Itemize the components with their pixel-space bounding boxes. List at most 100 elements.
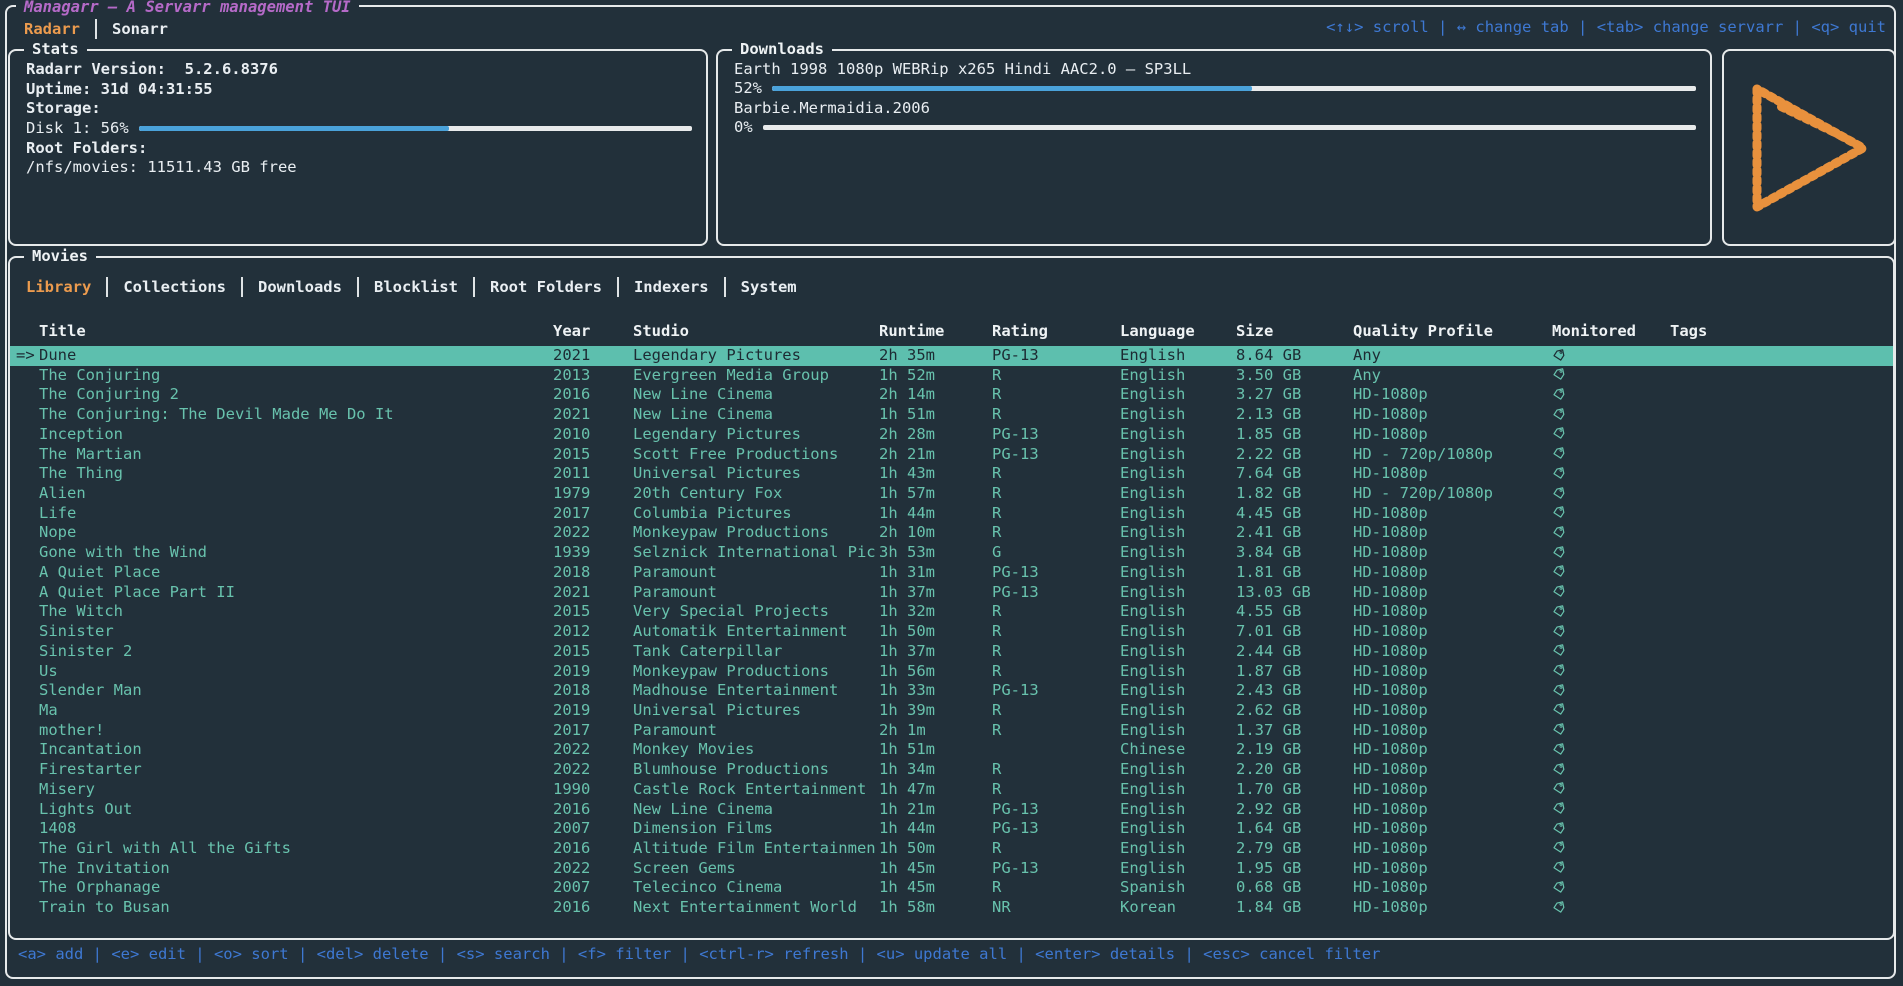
movies-tab-collections[interactable]: Collections — [123, 278, 226, 296]
movies-tab-library[interactable]: Library — [26, 278, 91, 296]
cell-size: 2.79 GB — [1236, 839, 1353, 859]
table-row[interactable]: =>Sinister2012Automatik Entertainment1h … — [10, 622, 1893, 642]
table-header-row: TitleYearStudioRuntimeRatingLanguageSize… — [10, 322, 1893, 342]
table-row[interactable]: =>The Girl with All the Gifts2016Altitud… — [10, 839, 1893, 859]
table-row[interactable]: =>Us2019Monkeypaw Productions1h 56mREngl… — [10, 662, 1893, 682]
cell-studio: Castle Rock Entertainment — [633, 780, 879, 800]
cell-language: Korean — [1120, 898, 1236, 918]
movies-tab-system[interactable]: System — [741, 278, 797, 296]
table-row[interactable]: =>Dune2021Legendary Pictures2h 35mPG-13E… — [10, 346, 1893, 366]
cell-size: 2.41 GB — [1236, 523, 1353, 543]
table-row[interactable]: =>A Quiet Place2018Paramount1h 31mPG-13E… — [10, 563, 1893, 583]
cell-monitored — [1552, 819, 1670, 839]
cell-size: 2.22 GB — [1236, 445, 1353, 465]
cell-runtime: 2h 35m — [879, 346, 992, 366]
cell-size: 1.82 GB — [1236, 484, 1353, 504]
monitored-tag-icon — [1552, 662, 1566, 680]
monitored-tag-icon — [1552, 681, 1566, 699]
table-row[interactable]: =>The Orphanage2007Telecinco Cinema1h 45… — [10, 878, 1893, 898]
movies-tabs: Library Collections Downloads Blocklist Root… — [26, 276, 797, 298]
cell-size: 2.13 GB — [1236, 405, 1353, 425]
cell-runtime: 1h 52m — [879, 366, 992, 386]
cell-monitored — [1552, 543, 1670, 563]
cell-size: 3.50 GB — [1236, 366, 1353, 386]
movies-tab-blocklist[interactable]: Blocklist — [374, 278, 458, 296]
table-row[interactable]: =>Gone with the Wind1939Selznick Interna… — [10, 543, 1893, 563]
cell-monitored — [1552, 366, 1670, 386]
table-row[interactable]: =>Nope2022Monkeypaw Productions2h 10mREn… — [10, 523, 1893, 543]
cell-monitored — [1552, 898, 1670, 918]
table-row[interactable]: =>The Conjuring2013Evergreen Media Group… — [10, 366, 1893, 386]
cell-size: 3.27 GB — [1236, 385, 1353, 405]
table-row[interactable]: =>Alien197920th Century Fox1h 57mREnglis… — [10, 484, 1893, 504]
cell-monitored — [1552, 740, 1670, 760]
disk-progress-bar — [139, 126, 692, 131]
cell-title: =>1408 — [10, 819, 553, 839]
cell-runtime: 1h 44m — [879, 504, 992, 524]
table-row[interactable]: =>mother!2017Paramount2h 1mREnglish1.37 … — [10, 721, 1893, 741]
cell-monitored — [1552, 425, 1670, 445]
cell-quality-profile: HD-1080p — [1353, 583, 1552, 603]
table-row[interactable]: =>Misery1990Castle Rock Entertainment1h … — [10, 780, 1893, 800]
column-header-size: Size — [1236, 322, 1353, 342]
table-row[interactable]: =>Firestarter2022Blumhouse Productions1h… — [10, 760, 1893, 780]
cell-rating: PG-13 — [992, 445, 1120, 465]
cell-studio: Monkeypaw Productions — [633, 662, 879, 682]
table-row[interactable]: =>The Invitation2022Screen Gems1h 45mPG-… — [10, 859, 1893, 879]
column-header-quality-profile: Quality Profile — [1353, 322, 1552, 342]
table-row[interactable]: =>14082007Dimension Films1h 44mPG-13Engl… — [10, 819, 1893, 839]
cell-monitored — [1552, 563, 1670, 583]
cell-studio: Very Special Projects — [633, 602, 879, 622]
table-row[interactable]: =>Inception2010Legendary Pictures2h 28mP… — [10, 425, 1893, 445]
table-row[interactable]: =>Incantation2022Monkey Movies1h 51mChin… — [10, 740, 1893, 760]
monitored-tag-icon — [1552, 583, 1566, 601]
cell-monitored — [1552, 622, 1670, 642]
cell-title: =>Ma — [10, 701, 553, 721]
table-row[interactable]: =>The Conjuring 22016New Line Cinema2h 1… — [10, 385, 1893, 405]
cell-quality-profile: HD-1080p — [1353, 721, 1552, 741]
monitored-tag-icon — [1552, 484, 1566, 502]
table-row[interactable]: =>Life2017Columbia Pictures1h 44mREnglis… — [10, 504, 1893, 524]
cell-quality-profile: HD-1080p — [1353, 622, 1552, 642]
table-row[interactable]: =>The Thing2011Universal Pictures1h 43mR… — [10, 464, 1893, 484]
cell-studio: Monkeypaw Productions — [633, 523, 879, 543]
servarr-tab-radarr[interactable]: Radarr — [24, 20, 80, 38]
cell-size: 1.70 GB — [1236, 780, 1353, 800]
cell-quality-profile: HD-1080p — [1353, 740, 1552, 760]
servarr-tab-sonarr[interactable]: Sonarr — [112, 20, 168, 38]
cell-runtime: 1h 56m — [879, 662, 992, 682]
cell-quality-profile: HD-1080p — [1353, 523, 1552, 543]
cell-rating: PG-13 — [992, 681, 1120, 701]
cell-quality-profile: HD - 720p/1080p — [1353, 445, 1552, 465]
cell-year: 2016 — [553, 385, 633, 405]
table-row[interactable]: =>Slender Man2018Madhouse Entertainment1… — [10, 681, 1893, 701]
table-row[interactable]: =>A Quiet Place Part II2021Paramount1h 3… — [10, 583, 1893, 603]
cell-runtime: 1h 51m — [879, 740, 992, 760]
table-row[interactable]: =>Sinister 22015Tank Caterpillar1h 37mRE… — [10, 642, 1893, 662]
cell-studio: Evergreen Media Group — [633, 366, 879, 386]
tab-divider-line — [617, 277, 619, 297]
movies-tab-indexers[interactable]: Indexers — [634, 278, 709, 296]
cell-language: English — [1120, 721, 1236, 741]
table-row[interactable]: =>The Martian2015Scott Free Productions2… — [10, 445, 1893, 465]
movies-tab-downloads[interactable]: Downloads — [258, 278, 342, 296]
cell-runtime: 1h 37m — [879, 583, 992, 603]
cell-quality-profile: HD-1080p — [1353, 780, 1552, 800]
table-row[interactable]: =>Train to Busan2016Next Entertainment W… — [10, 898, 1893, 918]
cell-title: =>Incantation — [10, 740, 553, 760]
table-row[interactable]: =>The Witch2015Very Special Projects1h 3… — [10, 602, 1893, 622]
cell-year: 2016 — [553, 800, 633, 820]
table-row[interactable]: =>Lights Out2016New Line Cinema1h 21mPG-… — [10, 800, 1893, 820]
monitored-tag-icon — [1552, 800, 1566, 818]
cell-studio: Universal Pictures — [633, 701, 879, 721]
movies-tab-root-folders[interactable]: Root Folders — [490, 278, 602, 296]
cell-title: =>Lights Out — [10, 800, 553, 820]
table-row[interactable]: =>Ma2019Universal Pictures1h 39mREnglish… — [10, 701, 1893, 721]
cell-studio: Paramount — [633, 721, 879, 741]
cell-monitored — [1552, 839, 1670, 859]
cell-runtime: 1h 51m — [879, 405, 992, 425]
cell-year: 2015 — [553, 642, 633, 662]
downloads-panel: Downloads Earth 1998 1080p WEBRip x265 H… — [716, 49, 1712, 246]
cell-year: 2018 — [553, 681, 633, 701]
table-row[interactable]: =>The Conjuring: The Devil Made Me Do It… — [10, 405, 1893, 425]
